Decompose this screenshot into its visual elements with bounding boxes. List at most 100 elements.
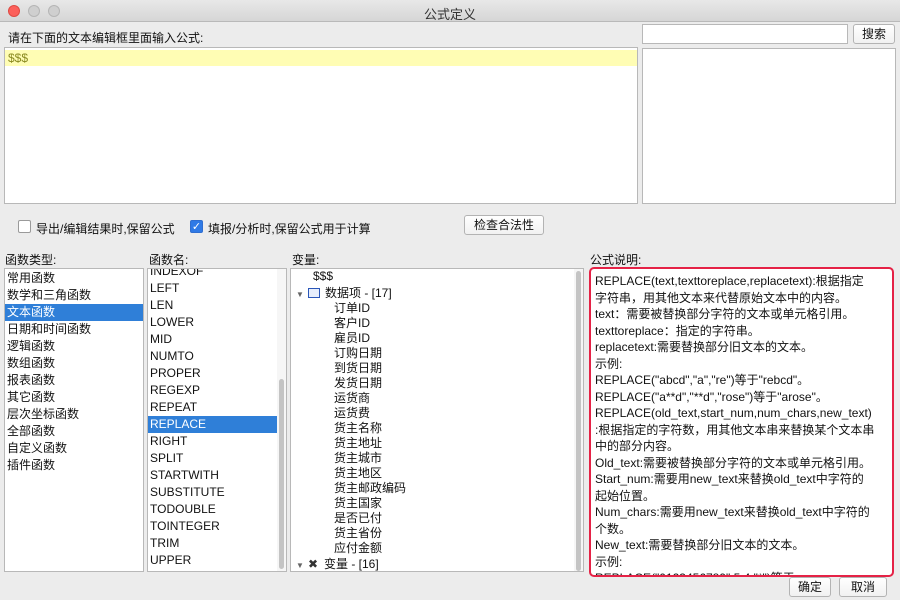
description-line: Start_num:需要用new_text来替换old_text中字符的	[595, 472, 864, 486]
function-name-item[interactable]: REGEXP	[148, 382, 279, 399]
function-type-item[interactable]: 插件函数	[5, 457, 143, 474]
dataset-node[interactable]: ▼ 数据项 - [17]	[296, 286, 392, 301]
function-name-item[interactable]: UPPER	[148, 552, 279, 569]
expand-chevron-icon[interactable]: ▼	[296, 558, 308, 571]
function-type-item[interactable]: 自定义函数	[5, 440, 143, 457]
formula-editor[interactable]: $$$	[4, 47, 638, 204]
function-types-list[interactable]: 常用函数 数学和三角函数 文本函数 日期和时间函数 逻辑函数 数组函数 报表函数 其它函数 层次…	[4, 268, 144, 572]
window-title: 公式定义	[423, 7, 476, 22]
function-type-item[interactable]: 数组函数	[5, 355, 143, 372]
variable-field-item[interactable]: 订单ID	[334, 301, 370, 316]
function-name-item[interactable]: SUBSTITUTE	[148, 484, 279, 501]
variables-scrollbar[interactable]	[574, 269, 583, 571]
variable-field-item[interactable]: 货主地址	[334, 436, 382, 451]
variable-field-item[interactable]: 是否已付	[334, 511, 382, 526]
function-type-item[interactable]: 逻辑函数	[5, 338, 143, 355]
function-type-item[interactable]: 常用函数	[5, 270, 143, 287]
description-line: text：需要被替换部分字符的文本或单元格引用。	[595, 307, 855, 321]
description-line: Num_chars:需要用new_text来替换old_text中字符的	[595, 505, 870, 519]
function-name-item[interactable]: MID	[148, 331, 279, 348]
expand-chevron-icon[interactable]: ▼	[296, 287, 308, 302]
variable-field-item[interactable]: 运货商	[334, 391, 370, 406]
function-name-item[interactable]: LEFT	[148, 280, 279, 297]
description-line: 个数。	[595, 521, 632, 536]
variable-field-item[interactable]: 货主省份	[334, 526, 382, 541]
function-type-item[interactable]: 数学和三角函数	[5, 287, 143, 304]
variable-icon: ✖	[308, 557, 319, 571]
description-line: New_text:需要替换部分旧文本的文本。	[595, 538, 805, 552]
keep-formula-calc-label: 填报/分析时,保留公式用于计算	[208, 222, 371, 236]
variables-header: 变量:	[292, 253, 320, 267]
variables-scrollbar-thumb[interactable]	[576, 271, 581, 571]
function-name-item[interactable]: LEN	[148, 297, 279, 314]
function-names-scrollbar-thumb[interactable]	[279, 379, 284, 569]
description-line: :根据指定的字符数，用其他文本串来替换某个文本串	[595, 422, 875, 437]
description-line: REPLACE("0123456789",5,4,"*")等于	[595, 570, 889, 575]
variable-root[interactable]: $$$	[313, 269, 333, 284]
function-name-item[interactable]: NUMTO	[148, 348, 279, 365]
function-name-item[interactable]: RIGHT	[148, 433, 279, 450]
search-results-panel[interactable]	[642, 48, 896, 204]
variable-group-node-label: 变量 - [16]	[324, 557, 379, 571]
variable-field-item[interactable]: 货主名称	[334, 421, 382, 436]
variable-field-item[interactable]: 货主国家	[334, 496, 382, 511]
variable-group-node[interactable]: ▼ ✖ 变量 - [16]	[296, 557, 379, 571]
description-line: texttoreplace：指定的字符串。	[595, 323, 760, 338]
formula-editor-current-line[interactable]: $$$	[5, 50, 637, 66]
formula-description-panel: REPLACE(text,texttoreplace,replacetext):…	[589, 267, 894, 577]
validate-formula-button[interactable]: 检查合法性	[464, 215, 544, 235]
function-name-item[interactable]: SPLIT	[148, 450, 279, 467]
description-line: 起始位置。	[595, 488, 656, 503]
variable-field-item[interactable]: 客户ID	[334, 316, 370, 331]
function-name-item[interactable]: LOWER	[148, 314, 279, 331]
keep-formula-export-label: 导出/编辑结果时,保留公式	[36, 222, 175, 236]
ok-button[interactable]: 确定	[789, 577, 831, 597]
function-name-item[interactable]: TODOUBLE	[148, 501, 279, 518]
database-icon	[308, 288, 320, 298]
description-line: 示例:	[595, 356, 623, 371]
dataset-node-label: 数据项 - [17]	[325, 286, 392, 300]
description-line: 中的部分内容。	[595, 439, 680, 453]
function-type-item[interactable]: 日期和时间函数	[5, 321, 143, 338]
function-name-item[interactable]: PROPER	[148, 365, 279, 382]
title-bar: 公式定义	[0, 0, 900, 22]
function-type-item[interactable]: 全部函数	[5, 423, 143, 440]
description-line: 示例:	[595, 554, 623, 569]
function-name-item[interactable]: TRIM	[148, 535, 279, 552]
variable-field-item[interactable]: 订购日期	[334, 346, 382, 361]
variables-tree[interactable]: $$$ ▼ 数据项 - [17] 订单ID 客户ID 雇员ID 订购日期 到货日期 发货日期…	[290, 268, 584, 572]
search-button[interactable]: 搜索	[853, 24, 895, 44]
keep-formula-export-checkbox[interactable]	[18, 220, 31, 233]
variable-field-item[interactable]: 货主邮政编码	[334, 481, 406, 496]
function-search-input[interactable]	[642, 24, 848, 44]
description-line: REPLACE(old_text,start_num,num_chars,new…	[595, 406, 872, 420]
function-name-item[interactable]: TOINTEGER	[148, 518, 279, 535]
description-line: REPLACE(text,texttoreplace,replacetext):…	[595, 274, 864, 288]
keep-formula-calc-checkbox[interactable]: ✓	[190, 220, 203, 233]
function-type-item[interactable]: 报表函数	[5, 372, 143, 389]
variable-field-item[interactable]: 到货日期	[334, 361, 382, 376]
variable-field-item[interactable]: 发货日期	[334, 376, 382, 391]
variable-field-item[interactable]: 货主城市	[334, 451, 382, 466]
function-types-header: 函数类型:	[5, 253, 57, 267]
variable-field-item[interactable]: 运货费	[334, 406, 370, 421]
function-type-item[interactable]: 层次坐标函数	[5, 406, 143, 423]
description-line: replacetext:需要替换部分旧文本的文本。	[595, 340, 814, 354]
function-type-item[interactable]: 其它函数	[5, 389, 143, 406]
cancel-button[interactable]: 取消	[839, 577, 887, 597]
description-line: 字符串，用其他文本来代替原始文本中的内容。	[595, 290, 848, 305]
variable-field-item[interactable]: 应付金额	[334, 541, 382, 556]
description-line: Old_text:需要被替换部分字符的文本或单元格引用。	[595, 455, 872, 470]
description-header: 公式说明:	[590, 253, 642, 267]
function-type-item[interactable]: 文本函数	[5, 304, 143, 321]
variable-field-item[interactable]: 货主地区	[334, 466, 382, 481]
function-name-item[interactable]: REPEAT	[148, 399, 279, 416]
function-name-item[interactable]: INDEXOF	[148, 269, 279, 280]
variable-field-item[interactable]: 雇员ID	[334, 331, 370, 346]
function-names-list[interactable]: INDEXOF LEFT LEN LOWER MID NUMTO PROPER REGEXP R…	[147, 268, 287, 572]
function-name-item[interactable]: REPLACE	[148, 416, 279, 433]
description-line: REPLACE("a**d","**d","rose")等于"arose"。	[595, 389, 828, 404]
description-line: REPLACE("abcd","a","re")等于"rebcd"。	[595, 373, 810, 387]
function-name-item[interactable]: STARTWITH	[148, 467, 279, 484]
function-names-scrollbar[interactable]	[277, 269, 286, 571]
